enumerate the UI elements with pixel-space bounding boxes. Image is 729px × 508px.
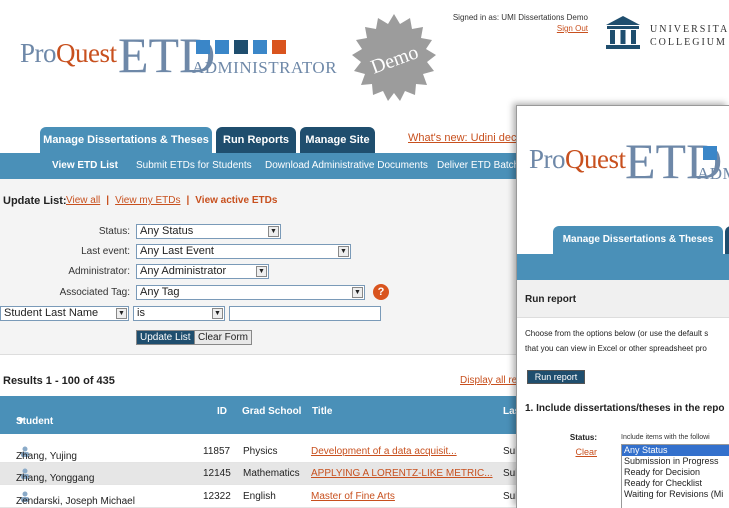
subnav-deliver-batch[interactable]: Deliver ETD Batch [437,160,519,171]
logo-squares [196,40,286,54]
results-summary: Results 1 - 100 of 435 [3,375,115,387]
clear-status-link[interactable]: Clear [541,447,597,457]
university-building-icon [606,16,640,49]
associated-tag-select[interactable]: Any Tag ▼ [136,285,365,300]
tab-run-reports[interactable]: Run Reports [216,127,296,153]
logo-square [234,40,248,54]
subnav-view-etd-list[interactable]: View ETD List [52,160,118,171]
operator-select[interactable]: is ▼ [133,306,225,321]
run-report-title: Run report [525,294,577,305]
include-items-text: Include items with the followi [621,434,710,441]
instructions-line2: that you can view in Excel or other spre… [525,344,707,353]
subnav-download-docs[interactable]: Download Administrative Documents [265,160,428,171]
record-id: 11857 [203,446,231,457]
last-event-label: Last event: [81,246,130,257]
last-event-select[interactable]: Any Last Event ▼ [136,244,351,259]
logo-square [196,40,210,54]
associated-tag-label: Associated Tag: [59,287,130,298]
title-link[interactable]: APPLYING A LORENTZ-LIKE METRIC... [311,468,493,479]
proquest-logo: ProQuest [529,144,626,174]
col-id[interactable]: ID [217,406,227,417]
student-name: Zendarski, Joseph Michael [16,491,135,507]
run-report-header: Run report [517,280,729,318]
sort-desc-icon: ▼ [16,416,26,427]
update-list-button[interactable]: Update List [136,330,195,345]
tab-run-reports[interactable] [725,226,729,254]
status-label: Status: [569,433,597,442]
grad-school: Physics [243,446,278,457]
view-active-etds-link[interactable]: View active ETDs [195,195,277,206]
title-link[interactable]: Development of a data acquisit... [311,446,457,457]
status-label: Status: [98,226,130,237]
university-name: UNIVERSITAS COLLEGIUM [650,23,729,49]
update-list-label: Update List: [3,195,67,207]
grad-school: Mathematics [243,468,300,479]
quick-view-links: View all | View my ETDs | View active ETDs [66,195,278,206]
record-id: 12322 [203,491,231,502]
status-option[interactable]: Ready for Decision [622,467,729,478]
status-multiselect[interactable]: Any Status Submission in Progress Ready … [621,444,729,508]
status-option[interactable]: Submission in Progress [622,456,729,467]
whats-new-link[interactable]: What's new: Udini dec [408,132,516,144]
logo-square [253,40,267,54]
logo-square [215,40,229,54]
help-icon[interactable]: ? [373,284,389,300]
grad-school: English [243,491,276,502]
university-line2: COLLEGIUM [650,37,727,48]
administrator-wordmark: ADMINISTRATOR [192,58,338,77]
section-include-heading: 1. Include dissertations/theses in the r… [525,403,725,414]
clear-form-button[interactable]: Clear Form [194,330,253,345]
chevron-down-icon: ▼ [116,308,127,319]
status-select[interactable]: Any Status ▼ [136,224,281,239]
view-my-etds-link[interactable]: View my ETDs [115,195,180,206]
subnav [517,254,729,280]
student-name: Zhang, Yonggang [16,468,94,484]
chevron-down-icon: ▼ [338,246,349,257]
view-all-link[interactable]: View all [66,195,100,206]
administrator-label: Administrator: [68,266,130,277]
proquest-logo: ProQuest [20,38,117,68]
tab-manage-dissertations[interactable]: Manage Dissertations & Theses [553,226,723,254]
status-option[interactable]: Waiting for Revisions (Mi [622,489,729,500]
university-line1: UNIVERSITAS [650,24,729,35]
run-report-window: ProQuest ETD ADMINISTRATOR Manage Disser… [516,105,729,508]
signed-in-info: Signed in as: UMI Dissertations Demo Sig… [440,12,588,34]
status-option[interactable]: Any Status [622,445,729,456]
tab-manage-site[interactable]: Manage Site [300,127,375,153]
logo-square [703,146,717,160]
sign-out-link[interactable]: Sign Out [557,24,588,33]
chevron-down-icon: ▼ [212,308,223,319]
col-grad-school[interactable]: Grad School [242,406,301,417]
display-all-link[interactable]: Display all res [460,375,522,386]
chevron-down-icon: ▼ [352,287,363,298]
administrator-select[interactable]: Any Administrator ▼ [136,264,269,279]
search-value-input[interactable] [229,306,381,321]
tab-manage-dissertations[interactable]: Manage Dissertations & Theses [40,127,212,153]
logo-square [272,40,286,54]
logo-squares [703,146,717,160]
signed-in-text: Signed in as: UMI Dissertations Demo [452,13,588,22]
col-title[interactable]: Title [312,406,332,417]
chevron-down-icon: ▼ [268,226,279,237]
run-report-button[interactable]: Run report [527,370,585,384]
subnav-submit-etds[interactable]: Submit ETDs for Students [136,160,252,171]
search-field-select[interactable]: Student Last Name ▼ [0,306,129,321]
administrator-wordmark: ADMINISTRATOR [697,164,729,183]
demo-seal-icon: Demo [352,14,436,101]
student-name: Zhang, Yujing [16,446,77,462]
chevron-down-icon: ▼ [256,266,267,277]
instructions-line1: Choose from the options below (or use th… [525,329,709,338]
status-option[interactable]: Ready for Checklist [622,478,729,489]
report-instructions: Choose from the options below (or use th… [525,326,708,356]
record-id: 12145 [203,468,231,479]
title-link[interactable]: Master of Fine Arts [311,491,395,502]
